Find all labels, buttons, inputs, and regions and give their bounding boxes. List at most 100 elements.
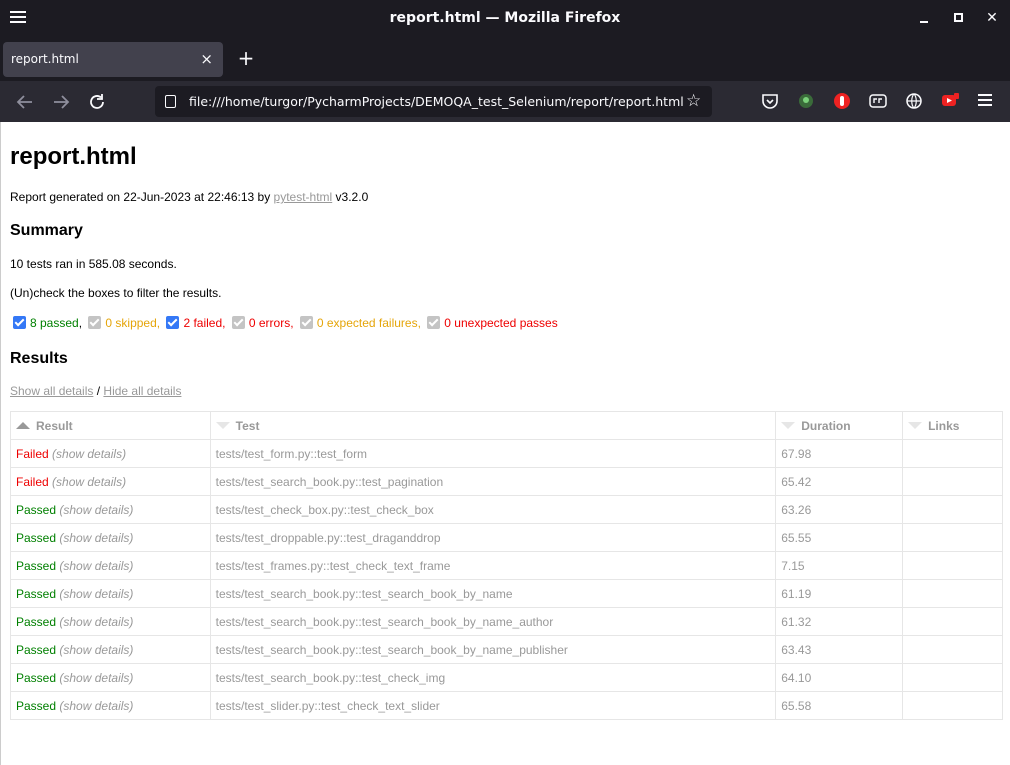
summary-heading: Summary	[10, 222, 83, 239]
report-generated-text: Report generated on 22-Jun-2023 at 22:46…	[10, 190, 368, 204]
hide-all-details-link[interactable]: Hide all details	[103, 384, 181, 398]
back-arrow-icon[interactable]	[13, 90, 37, 114]
details-toggle-links: Show all details / Hide all details	[10, 384, 181, 398]
result-cell: Passed (show details)	[10, 607, 211, 636]
test-name-cell: tests/test_frames.py::test_check_text_fr…	[209, 551, 777, 580]
table-row: Passed (show details) tests/test_search_b…	[10, 579, 1003, 608]
result-cell: Failed (show details)	[10, 439, 211, 468]
filter-passed[interactable]: 8 passed,	[13, 316, 82, 330]
filter-label: 0 expected failures	[316, 316, 418, 330]
filter-separator: ,	[417, 316, 421, 330]
duration-cell: 7.15	[775, 551, 904, 580]
duration-cell: 63.43	[775, 635, 904, 664]
reload-icon[interactable]	[85, 90, 109, 114]
filter-checkbox[interactable]	[427, 316, 441, 329]
show-details-link[interactable]: (show details)	[52, 475, 126, 489]
show-details-link[interactable]: (show details)	[52, 447, 126, 461]
filter-checkbox[interactable]	[13, 316, 26, 329]
test-name-cell: tests/test_check_box.py::test_check_box	[209, 495, 777, 524]
filter-label: 0 skipped	[105, 316, 157, 330]
show-all-details-link[interactable]: Show all details	[10, 384, 93, 398]
filter-errors[interactable]: 0 errors,	[231, 316, 294, 330]
column-label: Duration	[801, 418, 851, 433]
result-cell: Passed (show details)	[10, 635, 211, 664]
test-name-cell: tests/test_search_book.py::test_paginati…	[209, 467, 777, 496]
table-row: Passed (show details) tests/test_search_b…	[10, 607, 1003, 636]
test-name-cell: tests/test_search_book.py::test_search_b…	[209, 635, 777, 664]
filter-skipped[interactable]: 0 skipped,	[88, 316, 160, 330]
filter-label: 0 unexpected passes	[444, 316, 558, 330]
duration-cell: 65.55	[775, 523, 904, 552]
filter-label: 0 errors	[248, 316, 291, 330]
tab-report[interactable]: report.html ×	[3, 42, 223, 77]
filter-failed[interactable]: 2 failed,	[166, 316, 226, 330]
filter-checkbox[interactable]	[88, 316, 102, 329]
column-header-result[interactable]: Result	[10, 411, 211, 440]
extension-bug-icon[interactable]	[796, 91, 816, 111]
minimize-button[interactable]	[916, 9, 934, 27]
show-details-link[interactable]: (show details)	[59, 503, 133, 517]
test-name-cell: tests/test_search_book.py::test_search_b…	[209, 607, 777, 636]
result-status: Passed	[16, 502, 57, 517]
show-details-link[interactable]: (show details)	[59, 559, 133, 573]
table-row: Failed (show details) tests/test_form.py:…	[10, 439, 1003, 468]
sort-icon	[215, 421, 230, 429]
test-name-cell: tests/test_droppable.py::test_draganddro…	[209, 523, 777, 552]
filter-separator: ,	[156, 316, 161, 330]
window-close-button[interactable]: ✕	[983, 9, 1001, 27]
result-status: Passed	[16, 614, 57, 629]
show-details-link[interactable]: (show details)	[59, 587, 133, 601]
filter-label: 2 failed	[183, 316, 223, 330]
app-menu-icon[interactable]	[978, 94, 998, 114]
maximize-button[interactable]	[949, 9, 967, 27]
filter-label: 8 passed	[30, 316, 79, 330]
forward-arrow-icon[interactable]	[49, 90, 73, 114]
links-cell	[902, 551, 1003, 580]
filter-checkbox[interactable]	[231, 316, 245, 329]
result-filters: 8 passed, 0 skipped, 2 failed, 0 errors,…	[13, 316, 561, 330]
sort-icon	[908, 421, 923, 429]
globe-icon[interactable]	[904, 91, 924, 111]
new-tab-button[interactable]: +	[236, 47, 256, 69]
column-header-test[interactable]: Test	[209, 411, 777, 440]
table-row: Passed (show details) tests/test_check_bo…	[10, 495, 1003, 524]
column-header-duration[interactable]: Duration	[775, 411, 904, 440]
duration-cell: 67.98	[775, 439, 904, 468]
youtube-extension-icon[interactable]	[940, 91, 960, 111]
navigation-toolbar: file:///home/turgor/PycharmProjects/DEMO…	[0, 81, 1010, 122]
result-cell: Passed (show details)	[10, 495, 211, 524]
table-row: Passed (show details) tests/test_frames.p…	[10, 551, 1003, 580]
adblock-hand-icon[interactable]	[832, 91, 852, 111]
duration-cell: 65.42	[775, 467, 904, 496]
show-details-link[interactable]: (show details)	[59, 671, 133, 685]
filter-expected-failures[interactable]: 0 expected failures,	[299, 316, 421, 330]
bookmark-star-icon[interactable]: ☆	[686, 91, 701, 111]
filter-checkbox[interactable]	[299, 316, 313, 329]
tab-close-icon[interactable]: ×	[200, 50, 213, 68]
pocket-icon[interactable]	[760, 91, 780, 111]
show-details-link[interactable]: (show details)	[59, 643, 133, 657]
table-row: Passed (show details) tests/test_droppabl…	[10, 523, 1003, 552]
sort-icon	[781, 421, 796, 429]
show-details-link[interactable]: (show details)	[59, 531, 133, 545]
results-heading: Results	[10, 350, 68, 367]
url-text[interactable]: file:///home/turgor/PycharmProjects/DEMO…	[189, 94, 684, 109]
table-row: Passed (show details) tests/test_search_b…	[10, 635, 1003, 664]
filter-separator: ,	[222, 316, 226, 330]
generated-suffix: v3.2.0	[332, 190, 369, 204]
pytest-html-link[interactable]: pytest-html	[274, 190, 333, 204]
table-row: Failed (show details) tests/test_search_b…	[10, 467, 1003, 496]
test-name-cell: tests/test_search_book.py::test_check_im…	[209, 663, 777, 692]
column-header-links[interactable]: Links	[902, 411, 1003, 440]
filter-checkbox[interactable]	[166, 316, 180, 329]
show-details-link[interactable]: (show details)	[59, 699, 133, 713]
filter-unexpected-passes[interactable]: 0 unexpected passes	[427, 316, 558, 330]
generated-prefix: Report generated on 22-Jun-2023 at 22:46…	[10, 190, 274, 204]
result-cell: Passed (show details)	[10, 551, 211, 580]
results-table: Result Test Duration Links Failed (show …	[10, 411, 1003, 720]
filter-instructions: (Un)check the boxes to filter the result…	[10, 286, 222, 300]
translate-icon[interactable]	[868, 91, 888, 111]
url-bar[interactable]: file:///home/turgor/PycharmProjects/DEMO…	[155, 86, 712, 117]
show-details-link[interactable]: (show details)	[59, 615, 133, 629]
result-cell: Failed (show details)	[10, 467, 211, 496]
